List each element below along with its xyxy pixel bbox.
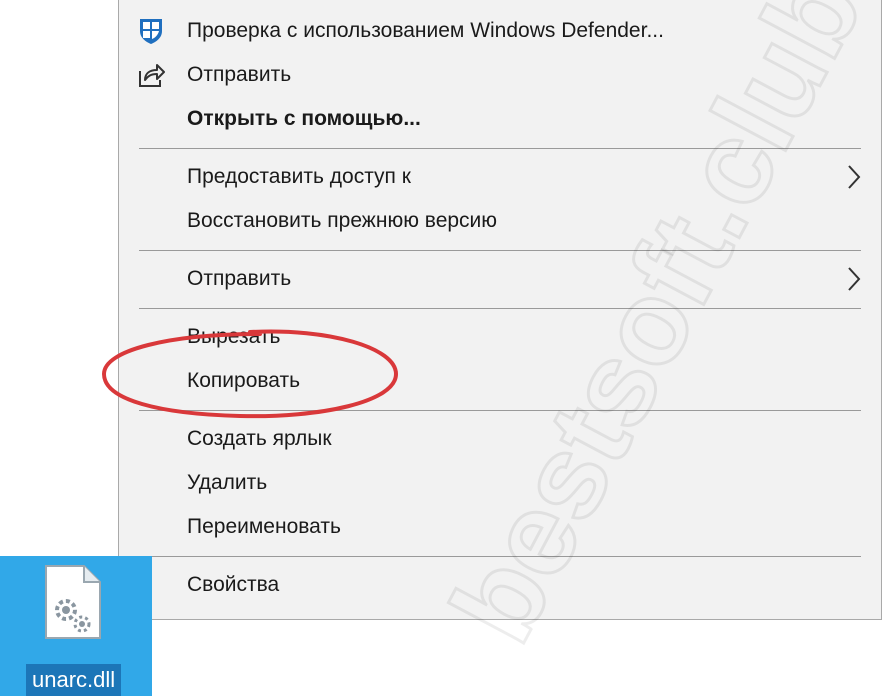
menu-item-send-to[interactable]: Отправить <box>119 258 881 300</box>
desktop-file-unarc[interactable]: unarc.dll <box>0 556 152 696</box>
menu-separator <box>139 148 861 149</box>
dll-file-gear-icon <box>44 564 102 640</box>
windows-defender-icon <box>137 17 165 45</box>
share-icon <box>137 61 165 89</box>
menu-separator <box>139 308 861 309</box>
menu-item-label: Восстановить прежнюю версию <box>187 209 498 232</box>
menu-item-scan-defender[interactable]: Проверка с использованием Windows Defend… <box>119 10 881 52</box>
menu-item-label: Вырезать <box>187 325 281 348</box>
menu-item-delete[interactable]: Удалить <box>119 462 881 504</box>
menu-item-label: Предоставить доступ к <box>187 165 411 188</box>
menu-separator <box>139 556 861 557</box>
menu-item-label: Создать ярлык <box>187 427 332 450</box>
context-menu: Проверка с использованием Windows Defend… <box>118 0 882 620</box>
menu-item-label: Проверка с использованием Windows Defend… <box>187 19 664 42</box>
chevron-right-icon <box>847 266 861 292</box>
menu-item-properties[interactable]: Свойства <box>119 564 881 606</box>
menu-separator <box>139 250 861 251</box>
menu-item-rename[interactable]: Переименовать <box>119 506 881 548</box>
menu-item-share[interactable]: Отправить <box>119 54 881 96</box>
menu-item-open-with[interactable]: Открыть с помощью... <box>119 98 881 140</box>
menu-item-copy[interactable]: Копировать <box>119 360 881 402</box>
menu-separator <box>139 410 861 411</box>
menu-item-label: Копировать <box>187 369 301 392</box>
menu-item-cut[interactable]: Вырезать <box>119 316 881 358</box>
desktop: Проверка с использованием Windows Defend… <box>0 0 884 696</box>
menu-item-label: Переименовать <box>187 515 341 538</box>
menu-item-label: Отправить <box>187 63 292 86</box>
menu-item-restore-previous[interactable]: Восстановить прежнюю версию <box>119 200 881 242</box>
menu-item-create-shortcut[interactable]: Создать ярлык <box>119 418 881 460</box>
chevron-right-icon <box>847 164 861 190</box>
menu-item-label: Свойства <box>187 573 280 596</box>
menu-item-label: Открыть с помощью... <box>187 107 421 130</box>
menu-item-give-access[interactable]: Предоставить доступ к <box>119 156 881 198</box>
menu-item-label: Отправить <box>187 267 292 290</box>
menu-item-label: Удалить <box>187 471 268 494</box>
file-name-label: unarc.dll <box>26 664 122 696</box>
